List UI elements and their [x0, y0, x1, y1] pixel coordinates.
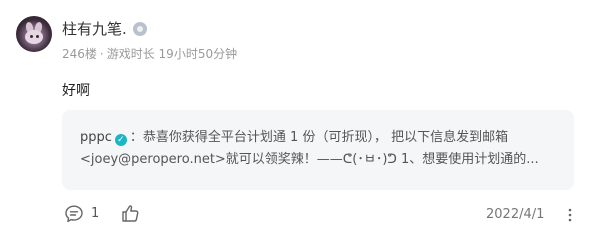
floor-number: 246楼	[62, 47, 97, 61]
like-icon[interactable]	[120, 203, 141, 224]
verified-icon: ✓	[114, 134, 127, 146]
quote-line-2: <joey@peropero.net>就可以领奖辣！——ᕦ(･ㅂ･)ᕤ 1、想要…	[80, 152, 539, 167]
quote-text-1: ：恭喜你获得全平台计划通 1 份（可折现）， 把以下信息发到邮箱	[129, 130, 509, 145]
post-content: 好啊	[62, 83, 90, 99]
quote-line-1: pppc ✓ ：恭喜你获得全平台计划通 1 份（可折现）， 把以下信息发到邮箱	[80, 127, 556, 149]
level-badge-icon	[132, 21, 147, 36]
quote-author[interactable]: pppc	[80, 130, 112, 145]
username[interactable]: 柱有九笔.	[62, 18, 127, 39]
comment-count: 1	[91, 206, 100, 221]
meta-separator: ·	[99, 47, 104, 61]
avatar-eye-left	[30, 35, 33, 38]
quoted-reply[interactable]: pppc ✓ ：恭喜你获得全平台计划通 1 份（可折现）， 把以下信息发到邮箱 <j…	[62, 110, 574, 190]
avatar-eye-right	[36, 35, 39, 38]
username-row: 柱有九笔.	[62, 18, 147, 39]
post-meta: 246楼 · 游戏时长 19小时50分钟	[62, 45, 237, 62]
more-icon[interactable]	[565, 206, 575, 224]
post-date: 2022/4/1	[486, 207, 545, 222]
playtime: 游戏时长 19小时50分钟	[106, 47, 238, 61]
avatar-face	[25, 30, 43, 44]
avatar[interactable]	[16, 16, 52, 52]
comment-icon[interactable]	[64, 204, 84, 224]
